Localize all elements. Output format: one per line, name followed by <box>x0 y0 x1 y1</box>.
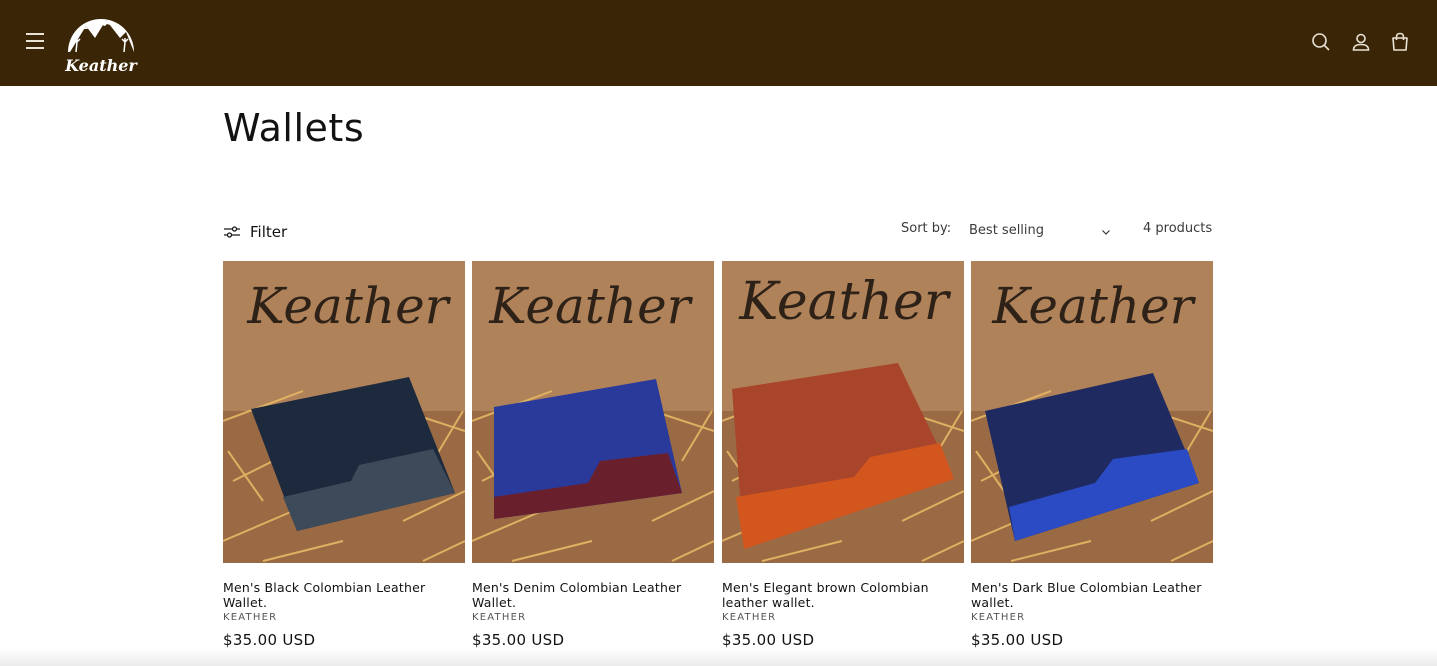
product-card[interactable]: Keather Men's Elegant brown Colombian le… <box>722 261 964 649</box>
bottom-shadow <box>0 648 1437 666</box>
product-vendor: KEATHER <box>971 612 1026 623</box>
svg-text:Keather: Keather <box>246 277 451 335</box>
product-title[interactable]: Men's Black Colombian Leather Wallet. <box>223 580 465 610</box>
svg-text:Keather: Keather <box>991 277 1196 335</box>
brand-logo[interactable]: Keather <box>62 8 140 78</box>
mountain-logo-icon <box>68 19 134 53</box>
chevron-down-icon <box>1102 229 1110 235</box>
product-price: $35.00 USD <box>971 631 1064 649</box>
product-title[interactable]: Men's Elegant brown Colombian leather wa… <box>722 580 964 610</box>
product-image[interactable]: Keather <box>472 261 714 563</box>
product-vendor: KEATHER <box>722 612 777 623</box>
product-card[interactable]: Keather Men's Dark Blue Colombian Leathe… <box>971 261 1213 649</box>
product-count: 4 products <box>1143 221 1213 236</box>
page-title: Wallets <box>223 106 365 150</box>
product-title[interactable]: Men's Dark Blue Colombian Leather wallet… <box>971 580 1213 610</box>
svg-text:Keather: Keather <box>488 277 693 335</box>
brand-name: Keather <box>65 56 137 75</box>
product-vendor: KEATHER <box>472 612 527 623</box>
product-vendor: KEATHER <box>223 612 278 623</box>
product-title[interactable]: Men's Denim Colombian Leather Wallet. <box>472 580 714 610</box>
filter-label: Filter <box>250 223 288 241</box>
site-header: Keather <box>0 0 1437 86</box>
sort-value: Best selling <box>969 222 1045 238</box>
product-image[interactable]: Keather <box>971 261 1213 563</box>
product-image[interactable]: Keather <box>223 261 465 563</box>
product-card[interactable]: Keather Men's Denim Colombian Leather Wa… <box>472 261 714 649</box>
filter-sliders-icon <box>224 226 240 238</box>
product-price: $35.00 USD <box>223 631 316 649</box>
sort-select[interactable]: Best selling <box>969 219 1111 241</box>
product-price: $35.00 USD <box>722 631 815 649</box>
product-price: $35.00 USD <box>472 631 565 649</box>
sort-label: Sort by: <box>901 221 952 236</box>
product-card[interactable]: Keather Men's Black Colombian Leather Wa… <box>223 261 465 649</box>
svg-text:Keather: Keather <box>738 272 951 332</box>
account-icon[interactable] <box>1350 31 1372 53</box>
cart-icon[interactable] <box>1389 31 1411 53</box>
filter-button[interactable]: Filter <box>223 222 287 242</box>
hamburger-menu-icon[interactable] <box>26 33 46 51</box>
product-image[interactable]: Keather <box>722 261 964 563</box>
search-icon[interactable] <box>1310 31 1332 53</box>
